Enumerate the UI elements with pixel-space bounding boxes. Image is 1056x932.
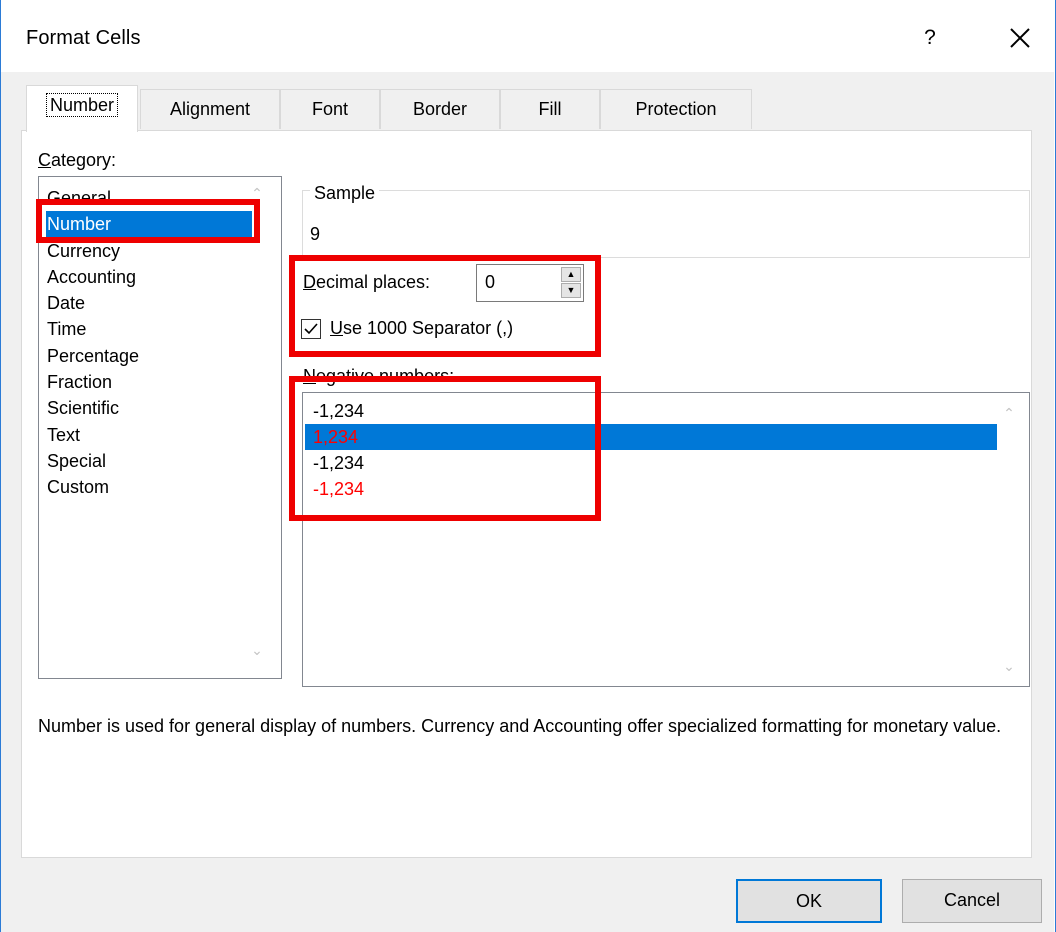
scroll-down-icon[interactable]: ⌄ — [247, 640, 267, 660]
checkmark-icon — [304, 323, 318, 335]
category-label: Category: — [38, 150, 116, 171]
category-item-time[interactable]: Time — [46, 316, 252, 342]
use-separator-label[interactable]: Use 1000 Separator (,) — [330, 318, 513, 339]
tab-fill[interactable]: Fill — [500, 89, 600, 129]
category-item-fraction[interactable]: Fraction — [46, 369, 252, 395]
scroll-up-icon[interactable]: ⌃ — [247, 183, 267, 203]
category-items: General Number Currency Accounting Date … — [46, 185, 252, 501]
negative-numbers-label: Negative numbers: — [303, 366, 454, 387]
decimal-places-accel: D — [303, 272, 316, 292]
negative-numbers-listbox[interactable]: -1,234 1,234 -1,234 -1,234 ⌃ ⌄ — [302, 392, 1030, 687]
category-item-number[interactable]: Number — [46, 211, 252, 238]
tab-number-label: Number — [45, 93, 119, 117]
use-separator-checkbox[interactable] — [301, 319, 321, 339]
use-separator-rest: se 1000 Separator (,) — [343, 318, 514, 338]
help-button[interactable]: ? — [915, 20, 945, 56]
category-item-currency[interactable]: Currency — [46, 238, 252, 264]
category-label-rest: ategory: — [51, 150, 117, 170]
negative-option-1[interactable]: -1,234 — [305, 398, 997, 424]
negative-option-4[interactable]: -1,234 — [305, 476, 997, 502]
category-item-percentage[interactable]: Percentage — [46, 343, 252, 369]
decimal-places-value[interactable]: 0 — [485, 272, 495, 293]
tab-protection[interactable]: Protection — [600, 89, 752, 129]
ok-button[interactable]: OK — [736, 879, 882, 923]
sample-value: 9 — [310, 224, 321, 244]
tab-number[interactable]: Number — [26, 85, 138, 132]
cancel-button[interactable]: Cancel — [902, 879, 1042, 923]
dialog-title: Format Cells — [26, 27, 141, 49]
category-item-text[interactable]: Text — [46, 422, 252, 448]
decimal-places-rest: ecimal places: — [316, 272, 431, 292]
spin-up-icon[interactable]: ▲ — [561, 267, 581, 282]
sample-groupbox — [302, 190, 1030, 258]
scroll-up-icon[interactable]: ⌃ — [999, 403, 1019, 423]
negative-option-3[interactable]: -1,234 — [305, 450, 997, 476]
negative-option-2[interactable]: 1,234 — [305, 424, 997, 450]
category-item-general[interactable]: General — [46, 185, 252, 211]
decimal-places-label: Decimal places: — [303, 272, 430, 293]
category-item-custom[interactable]: Custom — [46, 474, 252, 500]
spin-buttons: ▲ ▼ — [561, 267, 581, 299]
category-item-accounting[interactable]: Accounting — [46, 264, 252, 290]
negative-numbers-rest: egative numbers: — [316, 366, 455, 386]
sample-label: Sample — [310, 183, 380, 204]
close-icon[interactable] — [1002, 20, 1038, 56]
category-item-date[interactable]: Date — [46, 290, 252, 316]
category-label-accel: C — [38, 150, 51, 170]
tab-font[interactable]: Font — [280, 89, 380, 129]
use-separator-accel: U — [330, 318, 343, 338]
tab-border[interactable]: Border — [380, 89, 500, 129]
tab-alignment[interactable]: Alignment — [140, 89, 280, 129]
category-description: Number is used for general display of nu… — [38, 716, 1002, 736]
category-item-scientific[interactable]: Scientific — [46, 395, 252, 421]
decimal-places-spinner[interactable]: 0 ▲ ▼ — [476, 264, 584, 302]
scroll-down-icon[interactable]: ⌄ — [999, 656, 1019, 676]
spin-down-icon[interactable]: ▼ — [561, 283, 581, 298]
category-item-special[interactable]: Special — [46, 448, 252, 474]
negative-numbers-accel: N — [303, 366, 316, 386]
category-listbox[interactable]: General Number Currency Accounting Date … — [38, 176, 282, 679]
